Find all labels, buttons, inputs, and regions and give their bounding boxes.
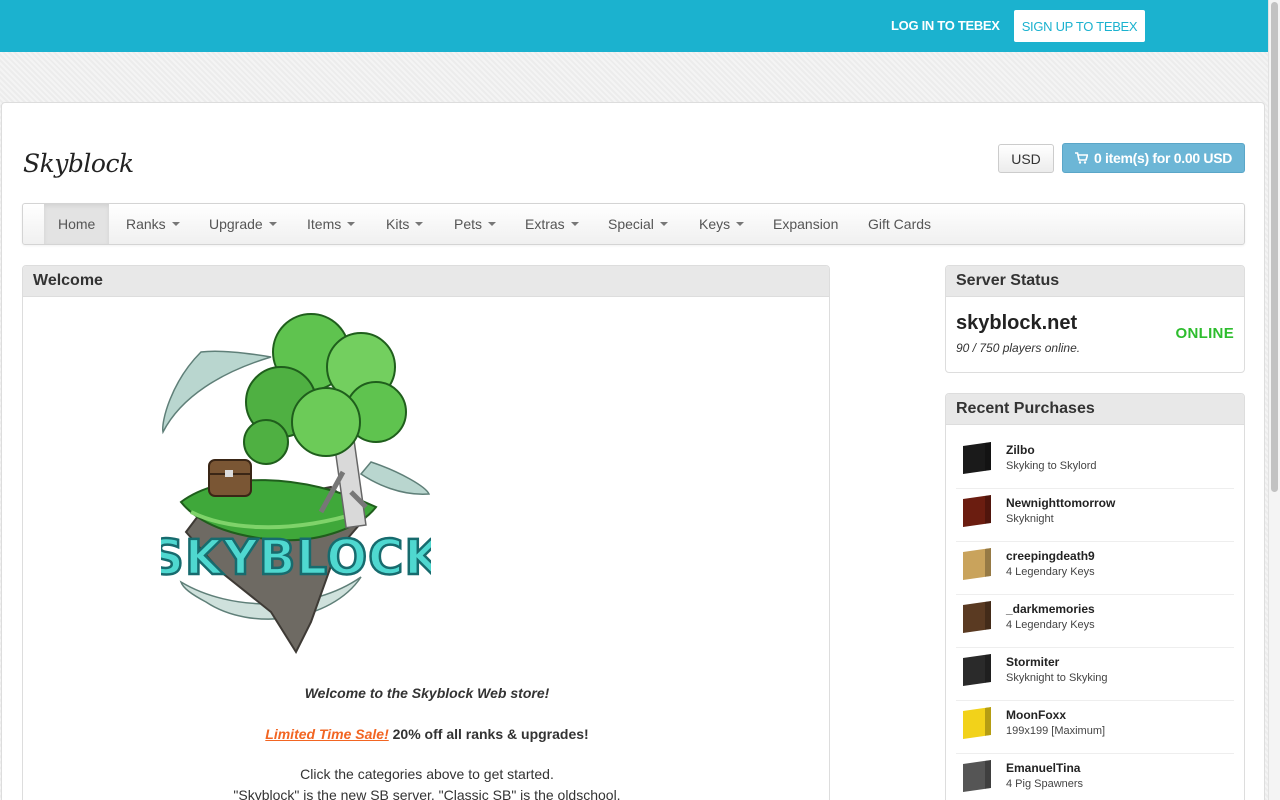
player-name: _darkmemories <box>1006 602 1095 616</box>
purchased-item: 4 Legendary Keys <box>1006 566 1095 578</box>
recent-purchases-title: Recent Purchases <box>946 394 1244 425</box>
player-avatar <box>963 760 991 792</box>
nav-expansion[interactable]: Expansion <box>773 204 838 244</box>
purchased-item: Skyknight to Skyking <box>1006 672 1108 684</box>
nav-label: Gift Cards <box>868 216 932 232</box>
caret-down-icon <box>268 222 277 226</box>
server-host: skyblock.net <box>956 312 1078 334</box>
nav-special[interactable]: Special <box>608 204 668 244</box>
skyblock-logo-image: SKYBLOCK <box>161 313 431 655</box>
online-badge: ONLINE <box>1175 325 1234 342</box>
recent-purchases-panel: Recent Purchases Zilbo Skyking to Skylord… <box>945 393 1245 800</box>
caret-down-icon <box>736 222 745 226</box>
nav-label: Items <box>307 216 342 232</box>
sale-text: 20% off all ranks & upgrades! <box>388 726 589 742</box>
nav-label: Keys <box>699 216 731 232</box>
top-bar: LOG IN TO TEBEX SIGN UP TO TEBEX <box>0 0 1268 52</box>
player-name: MoonFoxx <box>1006 708 1066 722</box>
nav-keys[interactable]: Keys <box>699 204 745 244</box>
nav-label: Ranks <box>126 216 166 232</box>
caret-down-icon <box>488 222 497 226</box>
purchase-row: creepingdeath9 4 Legendary Keys <box>956 542 1234 595</box>
caret-down-icon <box>415 222 424 226</box>
nav-label: Upgrade <box>209 216 263 232</box>
purchased-item: Skyknight <box>1006 513 1054 525</box>
nav-label: Kits <box>386 216 410 232</box>
cart-button[interactable]: 0 item(s) for 0.00 USD <box>1062 143 1245 173</box>
server-status-title: Server Status <box>946 266 1244 297</box>
welcome-panel: Welcome SKYBLOCK Welcome to the Skyblock… <box>22 265 830 800</box>
signup-button[interactable]: SIGN UP TO TEBEX <box>1014 10 1145 42</box>
purchased-item: 199x199 [Maximum] <box>1006 725 1106 737</box>
store-logo[interactable]: Skyblock <box>23 149 134 178</box>
purchase-row: Stormiter Skyknight to Skyking <box>956 648 1234 701</box>
purchase-row: EmanuelTina 4 Pig Spawners <box>956 754 1234 800</box>
welcome-paragraph: Click the categories above to get starte… <box>300 766 554 782</box>
nav-label: Extras <box>525 216 565 232</box>
nav-upgrade[interactable]: Upgrade <box>209 204 277 244</box>
player-avatar <box>963 601 991 633</box>
nav-label: Pets <box>454 216 483 232</box>
nav-label: Expansion <box>773 216 839 232</box>
nav-label: Home <box>58 216 96 232</box>
category-nav: Home Ranks Upgrade Items Kits Pets Extra… <box>22 203 1245 245</box>
welcome-intro: Welcome to the Skyblock Web store! <box>304 685 550 701</box>
nav-home[interactable]: Home <box>44 204 110 244</box>
player-avatar <box>963 707 991 739</box>
cart-label: 0 item(s) for 0.00 USD <box>1093 150 1233 166</box>
player-name: Stormiter <box>1006 655 1060 669</box>
player-name: Zilbo <box>1006 443 1035 457</box>
player-count: 90 / 750 players online. <box>956 341 1081 355</box>
nav-kits[interactable]: Kits <box>386 204 424 244</box>
caret-down-icon <box>570 222 579 226</box>
cart-icon <box>1074 152 1088 164</box>
sale-link[interactable]: Limited Time Sale! <box>265 726 388 742</box>
scrollbar-thumb[interactable] <box>1271 2 1278 492</box>
player-avatar <box>963 442 991 474</box>
store-container: Skyblock USD 0 item(s) for 0.00 USD Home… <box>1 102 1265 800</box>
nav-ranks[interactable]: Ranks <box>126 204 180 244</box>
login-link[interactable]: LOG IN TO TEBEX <box>891 18 1000 33</box>
scrollbar[interactable] <box>1268 0 1280 800</box>
caret-down-icon <box>171 222 180 226</box>
player-avatar <box>963 495 991 527</box>
sale-line: Limited Time Sale! 20% off all ranks & u… <box>157 726 697 742</box>
nav-items[interactable]: Items <box>307 204 356 244</box>
player-name: Newnighttomorrow <box>1006 496 1116 510</box>
caret-down-icon <box>347 222 356 226</box>
nav-pets[interactable]: Pets <box>454 204 497 244</box>
player-name: creepingdeath9 <box>1006 549 1095 563</box>
welcome-paragraph: "Skyblock" is the new SB server. "Classi… <box>233 787 621 800</box>
purchased-item: Skyking to Skylord <box>1006 460 1097 472</box>
nav-label: Special <box>608 216 654 232</box>
nav-extras[interactable]: Extras <box>525 204 579 244</box>
purchased-item: 4 Pig Spawners <box>1006 778 1084 790</box>
purchase-row: _darkmemories 4 Legendary Keys <box>956 595 1234 648</box>
player-avatar <box>963 654 991 686</box>
purchase-row: MoonFoxx 199x199 [Maximum] <box>956 701 1234 754</box>
currency-button[interactable]: USD <box>998 144 1054 173</box>
purchase-row: Newnighttomorrow Skyknight <box>956 489 1234 542</box>
server-status-panel: Server Status skyblock.net 90 / 750 play… <box>945 265 1245 373</box>
hero-logo-text: SKYBLOCK <box>161 530 431 586</box>
caret-down-icon <box>659 222 668 226</box>
purchased-item: 4 Legendary Keys <box>1006 619 1095 631</box>
welcome-title: Welcome <box>23 266 829 297</box>
player-name: EmanuelTina <box>1006 761 1081 775</box>
player-avatar <box>963 548 991 580</box>
purchase-row: Zilbo Skyking to Skylord <box>956 436 1234 489</box>
nav-gift-cards[interactable]: Gift Cards <box>868 204 931 244</box>
